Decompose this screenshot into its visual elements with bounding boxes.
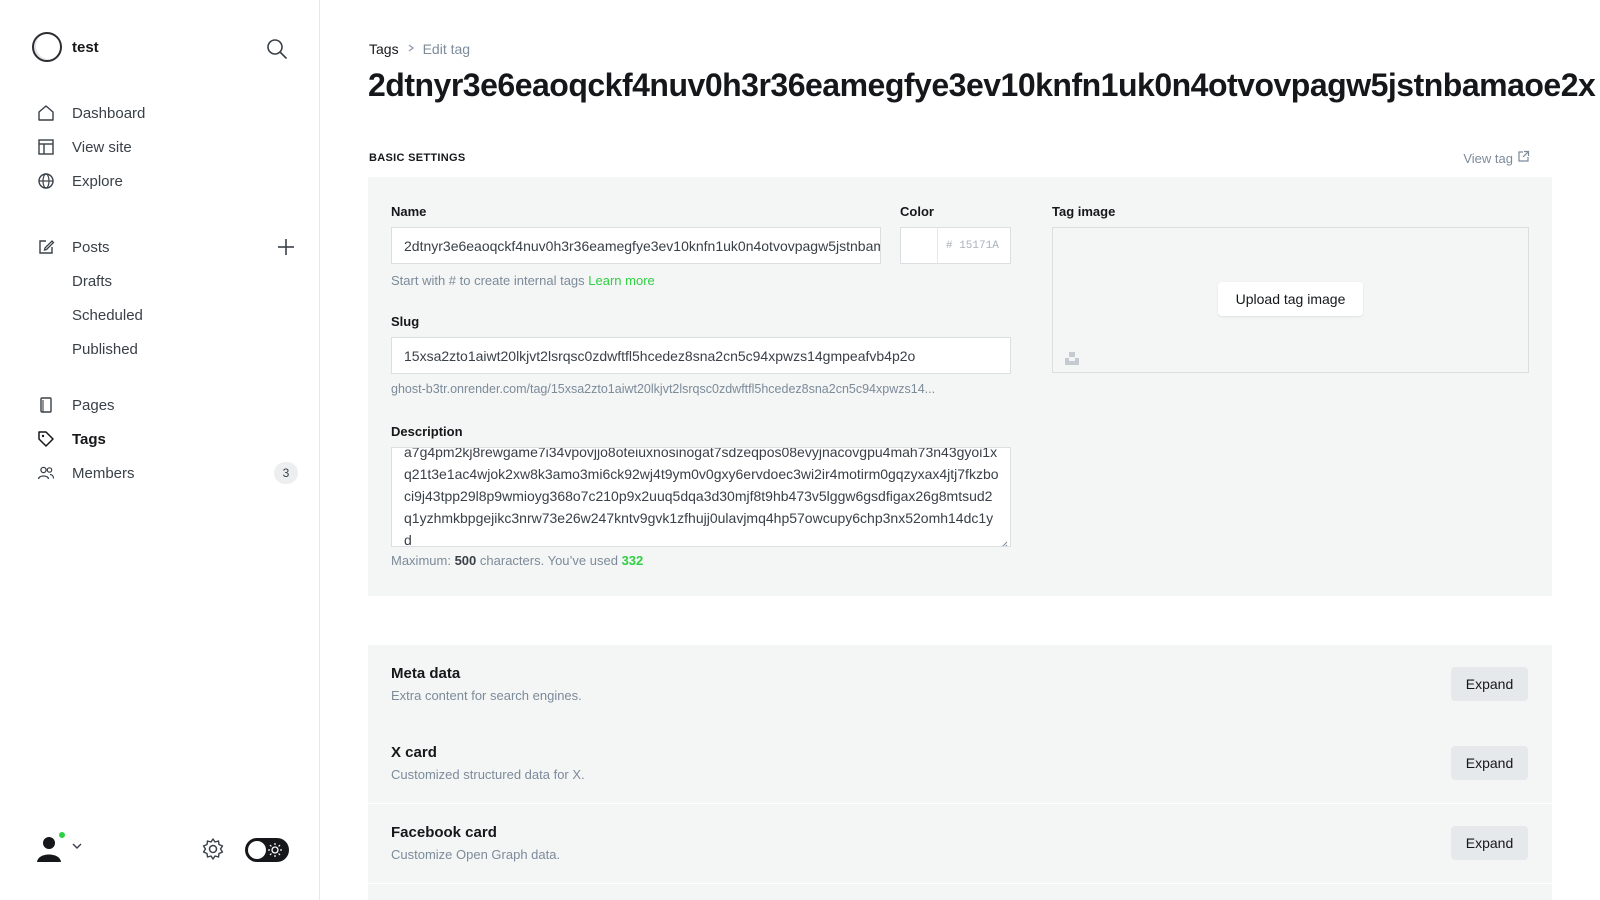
unsplash-icon[interactable] [1064, 350, 1080, 366]
description-textarea[interactable]: a7g4pm2kj8rewgame7i34vpovjjo8oteiuxnosin… [391, 447, 1011, 547]
slug-label: Slug [391, 314, 420, 329]
tag-icon [36, 429, 56, 449]
card-title: Facebook card [391, 824, 497, 841]
layout-icon [36, 137, 56, 157]
slug-url-preview: ghost-b3tr.onrender.com/tag/15xsa2zto1ai… [391, 382, 936, 396]
home-icon [36, 103, 56, 123]
sidebar-item-label: View site [72, 138, 132, 156]
sidebar: test Dashboard View site Explore Posts D… [0, 0, 320, 900]
expand-button[interactable]: Expand [1451, 746, 1528, 780]
site-logo [32, 32, 62, 62]
name-label: Name [391, 204, 427, 219]
tag-image-dropzone[interactable]: Upload tag image [1052, 227, 1529, 373]
sidebar-item-members[interactable]: Members 3 [36, 456, 298, 490]
name-hint: Start with # to create internal tags Lea… [391, 273, 655, 288]
expand-button[interactable]: Expand [1451, 826, 1528, 860]
chevron-right-icon [406, 42, 416, 56]
slug-input[interactable]: 15xsa2zto1aiwt20lkjvt2lsrqsc0zdwftfl5hce… [391, 337, 1011, 374]
gear-icon[interactable] [200, 836, 226, 862]
sidebar-item-posts[interactable]: Posts [36, 230, 298, 264]
learn-more-link[interactable]: Learn more [588, 273, 654, 288]
posts-nav: Posts Drafts Scheduled Published [36, 230, 298, 366]
theme-toggle[interactable] [245, 838, 289, 862]
sidebar-item-label: Dashboard [72, 104, 146, 122]
sidebar-item-label: Tags [72, 430, 106, 448]
name-hint-text: Start with # to create internal tags [391, 273, 585, 288]
description-text: a7g4pm2kj8rewgame7i34vpovjjo8oteiuxnosin… [404, 447, 999, 547]
sun-icon [267, 842, 283, 858]
view-tag-link[interactable]: View tag [1463, 150, 1530, 166]
globe-icon [36, 171, 56, 191]
sidebar-item-dashboard[interactable]: Dashboard [36, 96, 298, 130]
members-icon [36, 463, 56, 483]
tag-image-label: Tag image [1052, 204, 1116, 219]
user-menu[interactable] [33, 830, 83, 864]
sidebar-item-explore[interactable]: Explore [36, 164, 298, 198]
main-content: Tags Edit tag 2dtnyr3e6eaoqckf4nuv0h3r36… [321, 0, 1600, 900]
sidebar-item-label: Drafts [72, 272, 113, 290]
external-link-icon [1517, 150, 1530, 166]
sidebar-item-label: Posts [72, 238, 110, 256]
sidebar-item-label: Pages [72, 396, 115, 414]
name-input[interactable]: 2dtnyr3e6eaoqckf4nuv0h3r36eamegfye3ev10k… [391, 227, 881, 264]
members-count-badge: 3 [274, 462, 298, 484]
brand[interactable]: test [32, 32, 99, 62]
pages-nav: Pages Tags Members 3 [36, 388, 298, 490]
main-nav: Dashboard View site Explore [36, 96, 298, 198]
breadcrumb-current: Edit tag [422, 41, 471, 57]
counter-middle: characters. You’ve used [479, 553, 618, 568]
avatar [33, 830, 67, 864]
chevron-down-icon [71, 839, 83, 857]
breadcrumb: Tags Edit tag [369, 41, 470, 57]
search-icon[interactable] [264, 36, 290, 62]
section-label: BASIC SETTINGS [369, 152, 466, 164]
character-counter: Maximum: 500 characters. You’ve used 332 [391, 553, 643, 568]
sidebar-item-label: Members [72, 464, 135, 482]
edit-icon [36, 237, 56, 257]
card-subtitle: Extra content for search engines. [391, 688, 582, 703]
description-label: Description [391, 424, 463, 439]
sidebar-item-drafts[interactable]: Drafts [36, 264, 298, 298]
counter-max: 500 [454, 553, 477, 568]
new-post-plus-icon[interactable] [274, 235, 298, 259]
sidebar-item-label: Published [72, 340, 138, 358]
view-tag-label: View tag [1463, 150, 1513, 166]
pages-icon [36, 395, 56, 415]
card-title: X card [391, 744, 437, 761]
counter-prefix: Maximum: [391, 553, 451, 568]
breadcrumb-tags-link[interactable]: Tags [369, 41, 399, 57]
expand-button[interactable]: Expand [1451, 667, 1528, 701]
card-subtitle: Customize Open Graph data. [391, 847, 561, 862]
facebook-card-card: Facebook card Customize Open Graph data.… [368, 804, 1552, 883]
sidebar-item-tags[interactable]: Tags [36, 422, 298, 456]
color-label: Color [900, 204, 934, 219]
page-title: 2dtnyr3e6eaoqckf4nuv0h3r36eamegfye3ev10k… [368, 67, 1596, 103]
upload-tag-image-button[interactable]: Upload tag image [1218, 282, 1363, 316]
basic-settings-panel: Name 2dtnyr3e6eaoqckf4nuv0h3r36eamegfye3… [368, 177, 1552, 596]
toggle-knob [248, 841, 266, 859]
counter-used: 332 [621, 553, 644, 568]
sidebar-item-pages[interactable]: Pages [36, 388, 298, 422]
sidebar-item-scheduled[interactable]: Scheduled [36, 298, 298, 332]
sidebar-item-label: Scheduled [72, 306, 143, 324]
sidebar-item-view-site[interactable]: View site [36, 130, 298, 164]
resize-handle-icon[interactable] [1000, 536, 1008, 546]
x-card-card: X card Customized structured data for X.… [368, 724, 1552, 803]
color-hex-input[interactable]: # 15171A [937, 227, 1011, 264]
online-status-dot [57, 830, 67, 840]
next-card [368, 884, 1552, 900]
sidebar-item-published[interactable]: Published [36, 332, 298, 366]
sidebar-item-label: Explore [72, 172, 123, 190]
color-swatch[interactable] [900, 227, 938, 264]
meta-data-card: Meta data Extra content for search engin… [368, 645, 1552, 724]
site-name: test [72, 38, 99, 56]
card-subtitle: Customized structured data for X. [391, 767, 585, 782]
card-title: Meta data [391, 665, 461, 682]
